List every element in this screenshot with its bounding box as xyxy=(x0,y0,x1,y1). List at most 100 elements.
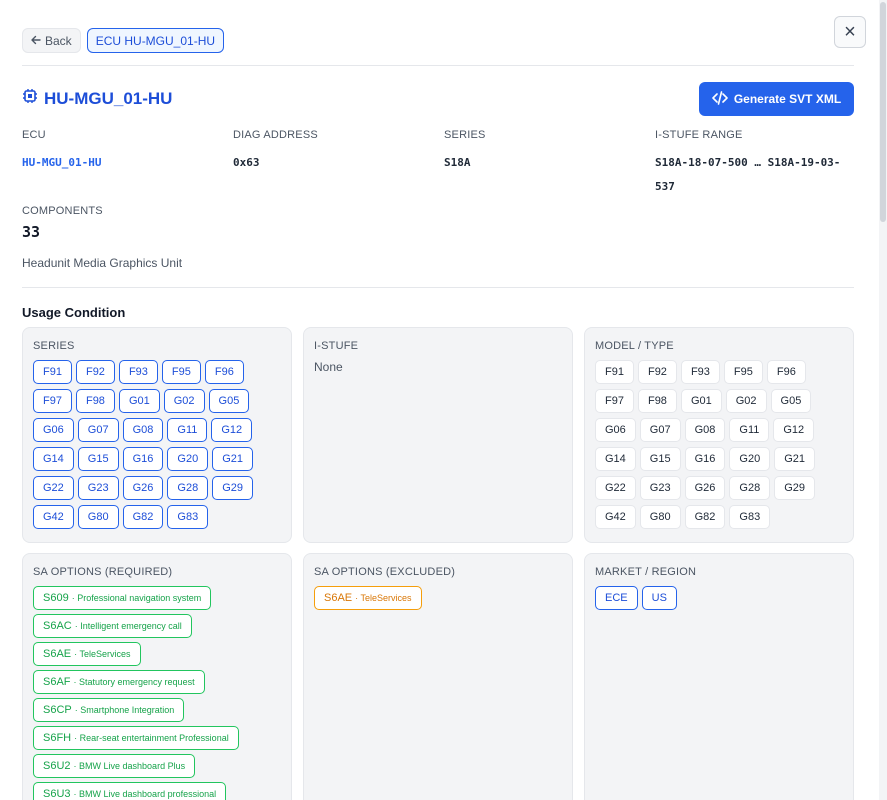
sa-option-code: S6AE xyxy=(43,648,72,660)
section-divider xyxy=(22,287,854,288)
series-tag[interactable]: F95 xyxy=(161,360,201,384)
series-tag[interactable]: G05 xyxy=(208,389,250,413)
model-type-tag[interactable]: G82 xyxy=(684,505,726,529)
sa-option-description: · TeleServices xyxy=(74,649,131,659)
series-tag[interactable]: G02 xyxy=(163,389,205,413)
series-tag[interactable]: G80 xyxy=(77,505,119,529)
model-type-tag[interactable]: F91 xyxy=(595,360,634,384)
model-type-tag[interactable]: G21 xyxy=(774,447,815,471)
info-series-label: SERIES xyxy=(444,129,486,141)
model-type-tag[interactable]: G28 xyxy=(729,476,771,500)
info-ecu-value[interactable]: HU-MGU_01-HU xyxy=(22,151,101,175)
series-tag[interactable]: F97 xyxy=(33,389,72,413)
series-tag[interactable]: G21 xyxy=(212,447,253,471)
series-tag[interactable]: F98 xyxy=(75,389,115,413)
model-type-tag[interactable]: F96 xyxy=(766,360,806,384)
model-type-tag[interactable]: G22 xyxy=(595,476,636,500)
sa-option-tag[interactable]: S6AF · Statutory emergency request xyxy=(33,670,205,694)
model-type-tag[interactable]: G11 xyxy=(729,418,770,442)
model-tag-list: F91 F92 F93 F95 F96 F97 F98 G01 G02 G05 G06 G07 G08 G… xyxy=(595,360,843,529)
series-tag[interactable]: G06 xyxy=(33,418,74,442)
model-type-tag[interactable]: G20 xyxy=(729,447,771,471)
sa-option-tag[interactable]: S6FH · Rear-seat entertainment Profession… xyxy=(33,726,239,750)
series-tag[interactable]: G26 xyxy=(122,476,164,500)
info-series-value: S18A xyxy=(444,156,471,169)
model-type-panel-title: MODEL / TYPE xyxy=(595,340,674,352)
sa-option-code: S6U2 xyxy=(43,760,71,772)
series-tag[interactable]: G20 xyxy=(167,447,209,471)
model-type-tag[interactable]: G29 xyxy=(774,476,815,500)
sa-option-tag[interactable]: S6AC · Intelligent emergency call xyxy=(33,614,192,638)
model-type-tag[interactable]: G07 xyxy=(639,418,681,442)
model-type-tag[interactable]: G23 xyxy=(639,476,681,500)
model-type-tag[interactable]: F93 xyxy=(680,360,720,384)
series-tag[interactable]: G16 xyxy=(122,447,164,471)
series-tag[interactable]: G28 xyxy=(167,476,209,500)
close-button[interactable]: × xyxy=(834,16,866,48)
model-type-tag[interactable]: G02 xyxy=(725,389,767,413)
sa-option-code: S6FH xyxy=(43,732,72,744)
series-tag[interactable]: G23 xyxy=(77,476,119,500)
series-panel: SERIES F91 F92 F93 F95 F96 F97 F98 G01 G02 G05 G06… xyxy=(22,327,292,543)
market-region-panel: MARKET / REGION ECE US xyxy=(584,553,854,800)
istufe-panel: I-STUFE None xyxy=(303,327,573,543)
model-type-tag[interactable]: F92 xyxy=(637,360,677,384)
sa-required-panel-title: SA OPTIONS (REQUIRED) xyxy=(33,566,173,578)
model-type-tag[interactable]: G42 xyxy=(595,505,636,529)
series-tag[interactable]: G11 xyxy=(167,418,208,442)
series-tag[interactable]: G12 xyxy=(211,418,253,442)
scrollbar-track[interactable] xyxy=(879,0,887,800)
ecu-description: Headunit Media Graphics Unit xyxy=(22,256,183,270)
close-icon: × xyxy=(844,21,856,43)
series-tag[interactable]: G07 xyxy=(77,418,119,442)
sa-excluded-panel: SA OPTIONS (EXCLUDED) S6AE · TeleServices xyxy=(303,553,573,800)
series-tag[interactable]: G01 xyxy=(118,389,160,413)
series-tag[interactable]: F92 xyxy=(75,360,115,384)
breadcrumb-ecu[interactable]: ECU HU-MGU_01-HU xyxy=(86,28,225,53)
model-type-tag[interactable]: G26 xyxy=(684,476,726,500)
series-tag[interactable]: G22 xyxy=(33,476,74,500)
model-type-tag[interactable]: G06 xyxy=(595,418,636,442)
info-ecu: ECU HU-MGU_01-HU xyxy=(22,129,101,175)
model-type-tag[interactable]: G08 xyxy=(684,418,726,442)
model-type-tag[interactable]: G16 xyxy=(684,447,726,471)
scrollbar-thumb[interactable] xyxy=(880,2,886,222)
model-type-tag[interactable]: G83 xyxy=(729,505,771,529)
series-tag[interactable]: G29 xyxy=(212,476,253,500)
series-tag[interactable]: G15 xyxy=(77,447,119,471)
model-type-tag[interactable]: G12 xyxy=(773,418,815,442)
istufe-panel-value: None xyxy=(314,360,343,374)
info-diag: DIAG ADDRESS 0x63 xyxy=(233,129,318,175)
series-tag[interactable]: G42 xyxy=(33,505,74,529)
model-type-tag[interactable]: G80 xyxy=(639,505,681,529)
sa-option-tag[interactable]: S6U2 · BMW Live dashboard Plus xyxy=(33,754,196,778)
model-type-tag[interactable]: F98 xyxy=(637,389,677,413)
sa-option-tag[interactable]: S609 · Professional navigation system xyxy=(33,586,212,610)
series-tag[interactable]: G14 xyxy=(33,447,74,471)
header-divider xyxy=(22,65,854,66)
model-type-tag[interactable]: G01 xyxy=(680,389,722,413)
market-tag[interactable]: ECE xyxy=(595,586,638,610)
series-tag[interactable]: G08 xyxy=(122,418,164,442)
back-button[interactable]: Back xyxy=(22,28,81,53)
sa-option-tag[interactable]: S6CP · Smartphone Integration xyxy=(33,698,185,722)
series-tag[interactable]: G83 xyxy=(167,505,209,529)
generate-svt-xml-button[interactable]: Generate SVT XML xyxy=(699,82,854,116)
page-title-row: HU-MGU_01-HU xyxy=(22,88,172,109)
series-tag[interactable]: F96 xyxy=(204,360,244,384)
usage-condition-title: Usage Condition xyxy=(22,305,126,320)
sa-option-tag[interactable]: S6AE · TeleServices xyxy=(33,642,141,666)
series-tag[interactable]: G82 xyxy=(122,505,164,529)
sa-option-tag[interactable]: S6AE · TeleServices xyxy=(314,586,422,610)
model-type-tag[interactable]: G15 xyxy=(639,447,681,471)
info-ecu-label: ECU xyxy=(22,129,46,141)
series-tag[interactable]: F91 xyxy=(33,360,72,384)
model-type-tag[interactable]: G14 xyxy=(595,447,636,471)
model-type-tag[interactable]: G05 xyxy=(770,389,812,413)
series-tag[interactable]: F93 xyxy=(118,360,158,384)
sa-option-description: · Professional navigation system xyxy=(71,593,202,603)
sa-option-tag[interactable]: S6U3 · BMW Live dashboard professional xyxy=(33,782,227,800)
model-type-tag[interactable]: F97 xyxy=(595,389,634,413)
model-type-tag[interactable]: F95 xyxy=(723,360,763,384)
market-tag[interactable]: US xyxy=(641,586,677,610)
